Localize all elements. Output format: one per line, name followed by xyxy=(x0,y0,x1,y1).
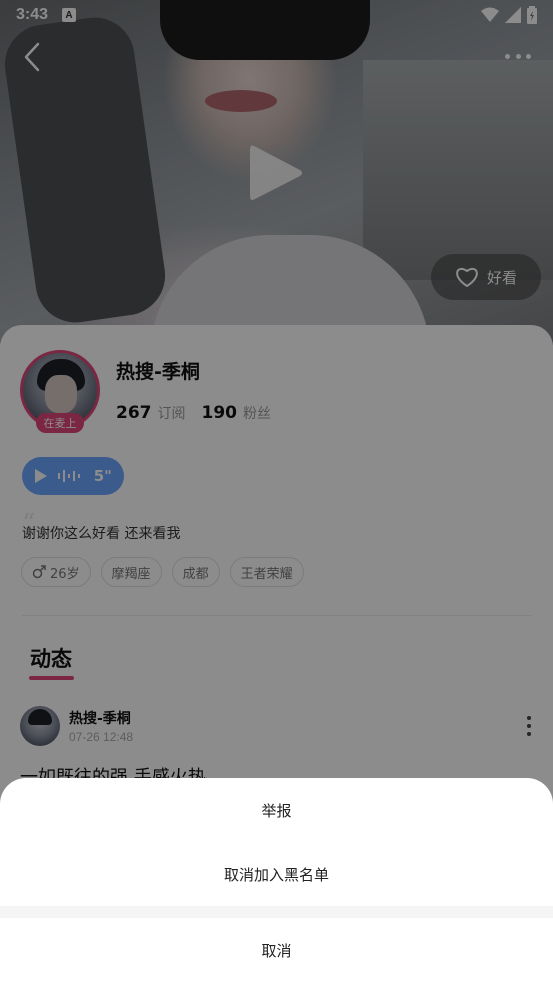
cancel-button[interactable]: 取消 xyxy=(0,918,553,982)
sheet-separator xyxy=(0,906,553,918)
action-sheet: 举报 取消加入黑名单 取消 xyxy=(0,778,553,983)
unblock-button[interactable]: 取消加入黑名单 xyxy=(0,842,553,906)
report-button[interactable]: 举报 xyxy=(0,778,553,842)
